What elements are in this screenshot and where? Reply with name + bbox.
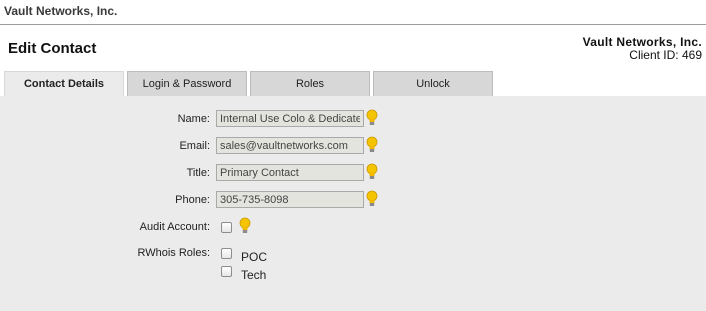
rwhois-poc-checkbox[interactable] — [221, 248, 232, 259]
name-field[interactable] — [216, 110, 364, 127]
rwhois-poc-label: POC — [241, 250, 268, 264]
client-id: Client ID: 469 — [629, 48, 702, 62]
tab-login-password[interactable]: Login & Password — [127, 71, 247, 96]
phone-field[interactable] — [216, 191, 364, 208]
email-field[interactable] — [216, 137, 364, 154]
contact-details-panel: Name: Email: Title: Phone: Audit Account… — [0, 96, 706, 311]
rwhois-tech-label: Tech — [241, 268, 267, 282]
rwhois-row: RWhois Roles: POC Tech — [0, 243, 706, 288]
audit-label: Audit Account: — [139, 221, 210, 233]
top-bar: Vault Networks, Inc. — [0, 0, 706, 25]
rwhois-tech-checkbox[interactable] — [221, 266, 232, 277]
lightbulb-icon[interactable] — [366, 109, 378, 127]
lightbulb-icon[interactable] — [366, 136, 378, 154]
lightbulb-icon[interactable] — [239, 217, 251, 235]
tab-unlock[interactable]: Unlock — [373, 71, 493, 96]
audit-account-checkbox[interactable] — [221, 222, 232, 233]
email-row: Email: — [0, 136, 706, 156]
title-label: Title: — [186, 167, 210, 179]
phone-label: Phone: — [175, 194, 210, 206]
lightbulb-icon[interactable] — [366, 163, 378, 181]
tab-roles[interactable]: Roles — [250, 71, 370, 96]
email-label: Email: — [179, 140, 210, 152]
rwhois-label: RWhois Roles: — [137, 247, 210, 259]
name-label: Name: — [177, 113, 210, 125]
tab-contact-details[interactable]: Contact Details — [4, 71, 124, 97]
name-row: Name: — [0, 109, 706, 129]
title-field[interactable] — [216, 164, 364, 181]
audit-row: Audit Account: — [0, 217, 706, 237]
client-info: Vault Networks, Inc. Client ID: 469 — [583, 36, 702, 62]
company-name: Vault Networks, Inc. — [4, 4, 118, 18]
lightbulb-icon[interactable] — [366, 190, 378, 208]
title-row: Title: — [0, 163, 706, 183]
page-title: Edit Contact — [8, 40, 97, 57]
phone-row: Phone: — [0, 190, 706, 210]
